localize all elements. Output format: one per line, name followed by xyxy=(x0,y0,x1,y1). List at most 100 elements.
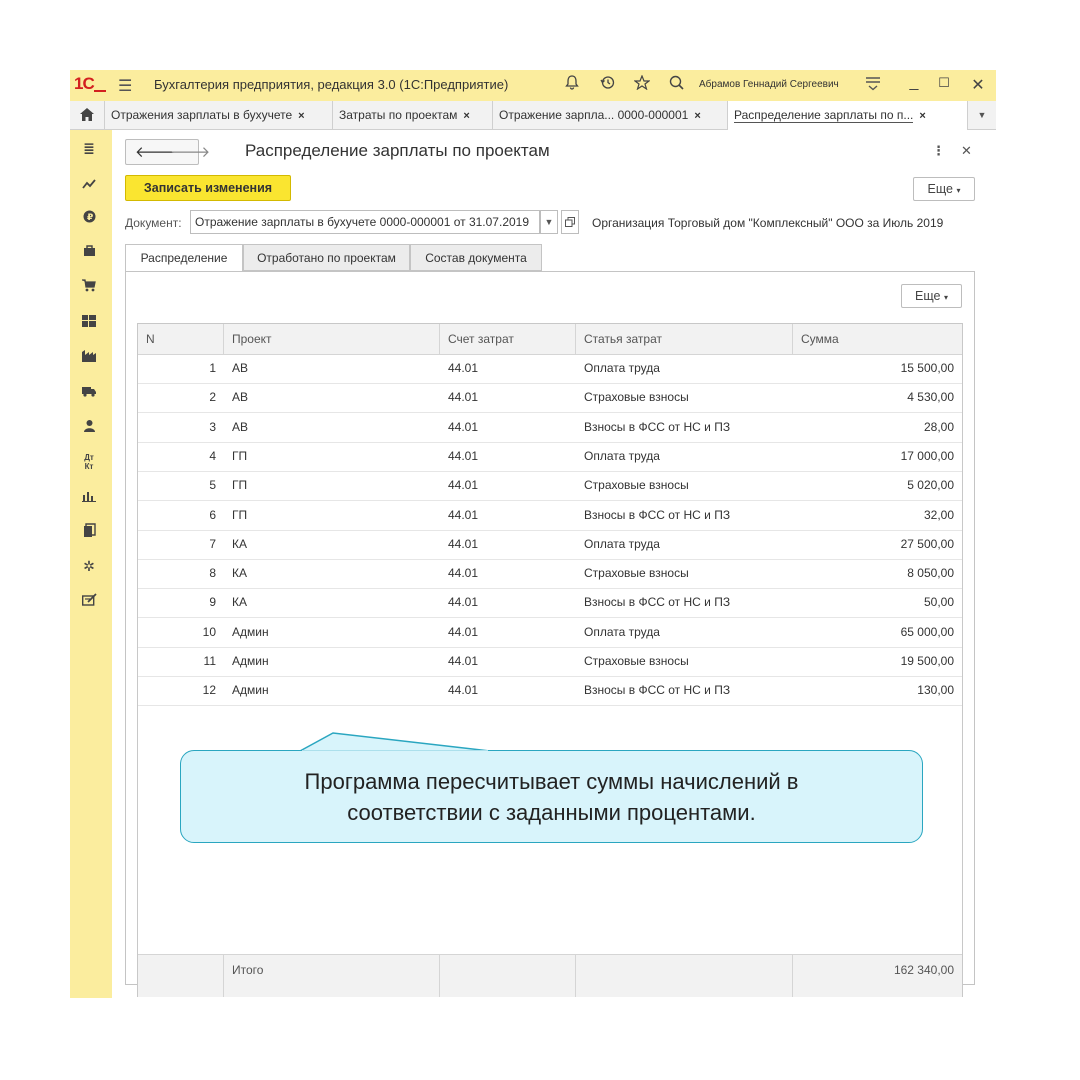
operations-dt-kt-icon[interactable]: Дт Кт xyxy=(70,453,108,471)
menu-list-icon[interactable]: ≣ xyxy=(70,140,108,157)
cell-cost-item: Страховые взносы xyxy=(584,654,689,668)
tab-worked-by-projects[interactable]: Отработано по проектам xyxy=(243,244,410,271)
home-icon[interactable] xyxy=(70,101,105,129)
production-icon[interactable] xyxy=(70,349,108,365)
table-row[interactable]: 2 АВ 44.01 Страховые взносы 4 530,00 xyxy=(138,383,962,414)
table-row[interactable]: 7 КА 44.01 Оплата труда 27 500,00 xyxy=(138,530,962,560)
monitor-trend-icon[interactable] xyxy=(70,176,108,192)
cell-row-number: 4 xyxy=(209,448,216,463)
cell-account: 44.01 xyxy=(448,419,479,434)
table-row[interactable]: 3 АВ 44.01 Взносы в ФСС от НС и ПЗ 28,00 xyxy=(138,413,962,443)
bank-cash-icon[interactable]: ₽ xyxy=(70,210,108,226)
cell-row-number: 2 xyxy=(209,390,216,405)
settings-menu-icon[interactable] xyxy=(863,76,883,96)
cell-project: Админ xyxy=(232,624,269,639)
close-tab-icon[interactable]: × xyxy=(298,110,304,122)
app-title: Бухгалтерия предприятия, редакция 3.0 (1… xyxy=(154,77,509,92)
cell-cost-item: Оплата труда xyxy=(584,624,660,639)
sections-sidebar: ≣ ₽ Дт Кт ✲ xyxy=(70,130,112,998)
cell-row-number: 8 xyxy=(209,566,216,581)
cell-account: 44.01 xyxy=(448,683,479,698)
bell-icon[interactable] xyxy=(562,75,582,95)
edo-document-icon[interactable] xyxy=(70,593,108,609)
table-row[interactable]: 9 КА 44.01 Взносы в ФСС от НС и ПЗ 50,00 xyxy=(138,588,962,619)
cell-project: АВ xyxy=(232,390,249,405)
table-row[interactable]: 12 Админ 44.01 Взносы в ФСС от НС и ПЗ 130,0… xyxy=(138,676,962,707)
save-changes-button[interactable]: Записать изменения xyxy=(125,175,291,201)
administration-gear-icon[interactable]: ✲ xyxy=(70,558,108,575)
close-tab-icon[interactable]: × xyxy=(919,110,925,122)
maximize-icon[interactable]: ☐ xyxy=(934,75,954,91)
table-footer: Итого 162 340,00 xyxy=(138,954,962,997)
table-row[interactable]: 6 ГП 44.01 Взносы в ФСС от НС и ПЗ 32,00 xyxy=(138,501,962,531)
table-row[interactable]: 4 ГП 44.01 Оплата труда 17 000,00 xyxy=(138,442,962,472)
table-row[interactable]: 5 ГП 44.01 Страховые взносы 5 020,00 xyxy=(138,471,962,502)
close-tab-icon[interactable]: × xyxy=(463,110,469,122)
app-logo: 1С xyxy=(74,74,95,93)
tab-salary-document[interactable]: Отражение зарпла... 0000-000001 × xyxy=(493,101,728,129)
user-name[interactable]: Абрамов Геннадий Сергеевич xyxy=(699,79,839,90)
tab-project-costs[interactable]: Затраты по проектам × xyxy=(333,101,493,129)
callout-line-2: соответствии с заданными процентами. xyxy=(347,800,756,825)
search-icon[interactable] xyxy=(666,75,686,95)
form-area: 🡐 🡒 Распределение зарплаты по проектам ⋮… xyxy=(113,130,996,998)
document-label: Документ: xyxy=(125,216,182,230)
salary-person-icon[interactable] xyxy=(70,419,108,435)
cell-sum: 65 000,00 xyxy=(900,624,954,639)
fixed-assets-truck-icon[interactable] xyxy=(70,384,108,400)
cell-cost-item: Взносы в ФСС от НС и ПЗ xyxy=(584,507,731,522)
sales-bag-icon[interactable] xyxy=(70,244,108,260)
open-document-icon[interactable] xyxy=(561,210,579,234)
tab-salary-distribution[interactable]: Распределение зарплаты по п... × xyxy=(728,101,968,130)
reports-chart-icon[interactable] xyxy=(70,489,108,505)
directories-book-icon[interactable] xyxy=(70,523,108,540)
close-tab-icon[interactable]: × xyxy=(694,110,700,122)
main-menu-icon[interactable]: ☰ xyxy=(118,76,132,96)
minimize-icon[interactable]: _ xyxy=(904,74,924,92)
star-icon[interactable] xyxy=(632,74,652,95)
table-row[interactable]: 8 КА 44.01 Страховые взносы 8 050,00 xyxy=(138,559,962,590)
cell-cost-item: Взносы в ФСС от НС и ПЗ xyxy=(584,683,731,698)
column-header-project[interactable]: Проект xyxy=(224,324,440,354)
column-header-cost-item[interactable]: Статья затрат xyxy=(576,324,793,354)
cell-project: КА xyxy=(232,566,247,581)
cell-account: 44.01 xyxy=(448,595,479,610)
document-field[interactable]: Отражение зарплаты в бухучете 0000-00000… xyxy=(190,210,540,234)
distribution-table[interactable]: N Проект Счет затрат Статья затрат Сумма… xyxy=(137,323,963,997)
dropdown-arrow-icon[interactable]: ▼ xyxy=(540,210,558,234)
cell-cost-item: Оплата труда xyxy=(584,361,660,375)
purchases-cart-icon[interactable] xyxy=(70,279,108,295)
cell-account: 44.01 xyxy=(448,566,479,581)
form-more-button[interactable]: Еще ▾ xyxy=(913,177,975,201)
title-bar: 1С ☰ Бухгалтерия предприятия, редакция 3… xyxy=(70,70,996,102)
cell-sum: 130,00 xyxy=(917,683,954,698)
table-row[interactable]: 10 Админ 44.01 Оплата труда 65 000,00 xyxy=(138,618,962,648)
table-more-button[interactable]: Еще ▾ xyxy=(901,284,962,308)
tab-salary-accounting[interactable]: Отражения зарплаты в бухучете × xyxy=(105,101,333,129)
tab-document-composition[interactable]: Состав документа xyxy=(410,244,542,271)
cell-project: ГП xyxy=(232,478,248,493)
cell-cost-item: Страховые взносы xyxy=(584,390,689,405)
column-header-cost-account[interactable]: Счет затрат xyxy=(440,324,576,354)
cell-row-number: 6 xyxy=(209,507,216,522)
cell-cost-item: Страховые взносы xyxy=(584,566,689,581)
column-header-sum[interactable]: Сумма xyxy=(793,324,962,354)
form-menu-icon[interactable]: ⋮ xyxy=(932,143,945,159)
forward-arrow-icon[interactable]: 🡒 xyxy=(170,142,210,161)
tabs-dropdown-icon[interactable]: ▼ xyxy=(968,101,996,129)
table-row[interactable]: 1 АВ 44.01 Оплата труда 15 500,00 xyxy=(138,354,962,384)
table-header: N Проект Счет затрат Статья затрат Сумма xyxy=(138,324,962,355)
history-icon[interactable] xyxy=(597,75,617,95)
table-row[interactable]: 11 Админ 44.01 Страховые взносы 19 500,00 xyxy=(138,647,962,677)
close-window-icon[interactable]: ✕ xyxy=(968,75,988,95)
cell-account: 44.01 xyxy=(448,507,479,522)
warehouse-icon[interactable] xyxy=(70,314,108,330)
organization-info: Организация Торговый дом "Комплексный" О… xyxy=(592,216,944,230)
column-header-n[interactable]: N xyxy=(138,324,224,354)
close-form-icon[interactable]: ✕ xyxy=(961,143,972,159)
cell-sum: 15 500,00 xyxy=(900,361,954,375)
tab-distribution[interactable]: Распределение xyxy=(125,244,243,272)
cell-sum: 19 500,00 xyxy=(900,654,954,668)
callout-note: Программа пересчитывает суммы начислений… xyxy=(180,750,923,843)
cell-row-number: 9 xyxy=(209,595,216,610)
